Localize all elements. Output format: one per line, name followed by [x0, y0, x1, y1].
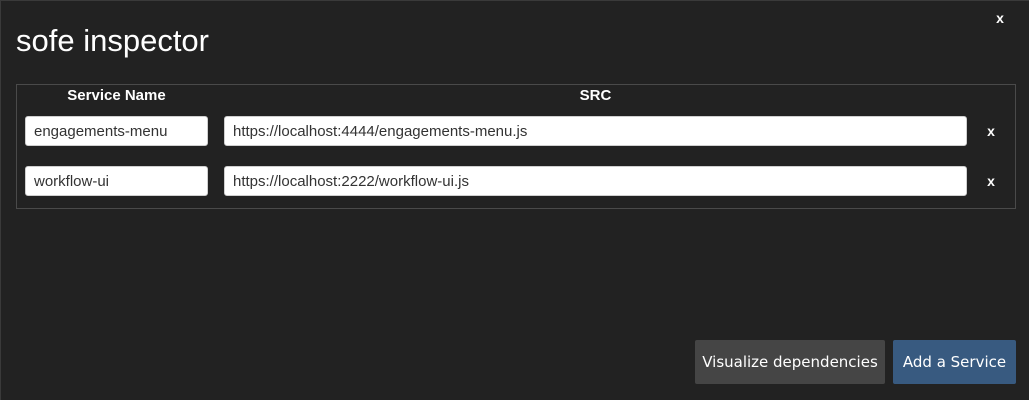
table-row: x [17, 166, 1015, 196]
add-service-button[interactable]: Add a Service [893, 340, 1016, 384]
service-name-input[interactable] [25, 116, 208, 146]
inspector-panel: sofe inspector x Service Name SRC x x Vi… [0, 0, 1029, 400]
table-row: x [17, 116, 1015, 146]
remove-service-icon[interactable]: x [982, 171, 1000, 191]
services-table: Service Name SRC x x [16, 84, 1016, 209]
service-src-input[interactable] [224, 116, 967, 146]
column-header-service-name: Service Name [67, 87, 166, 104]
panel-title: sofe inspector [16, 23, 209, 58]
column-header-src: SRC [579, 87, 612, 104]
service-src-input[interactable] [224, 166, 967, 196]
service-name-input[interactable] [25, 166, 208, 196]
visualize-dependencies-button[interactable]: Visualize dependencies [695, 340, 885, 384]
close-icon[interactable]: x [991, 9, 1009, 27]
remove-service-icon[interactable]: x [982, 121, 1000, 141]
